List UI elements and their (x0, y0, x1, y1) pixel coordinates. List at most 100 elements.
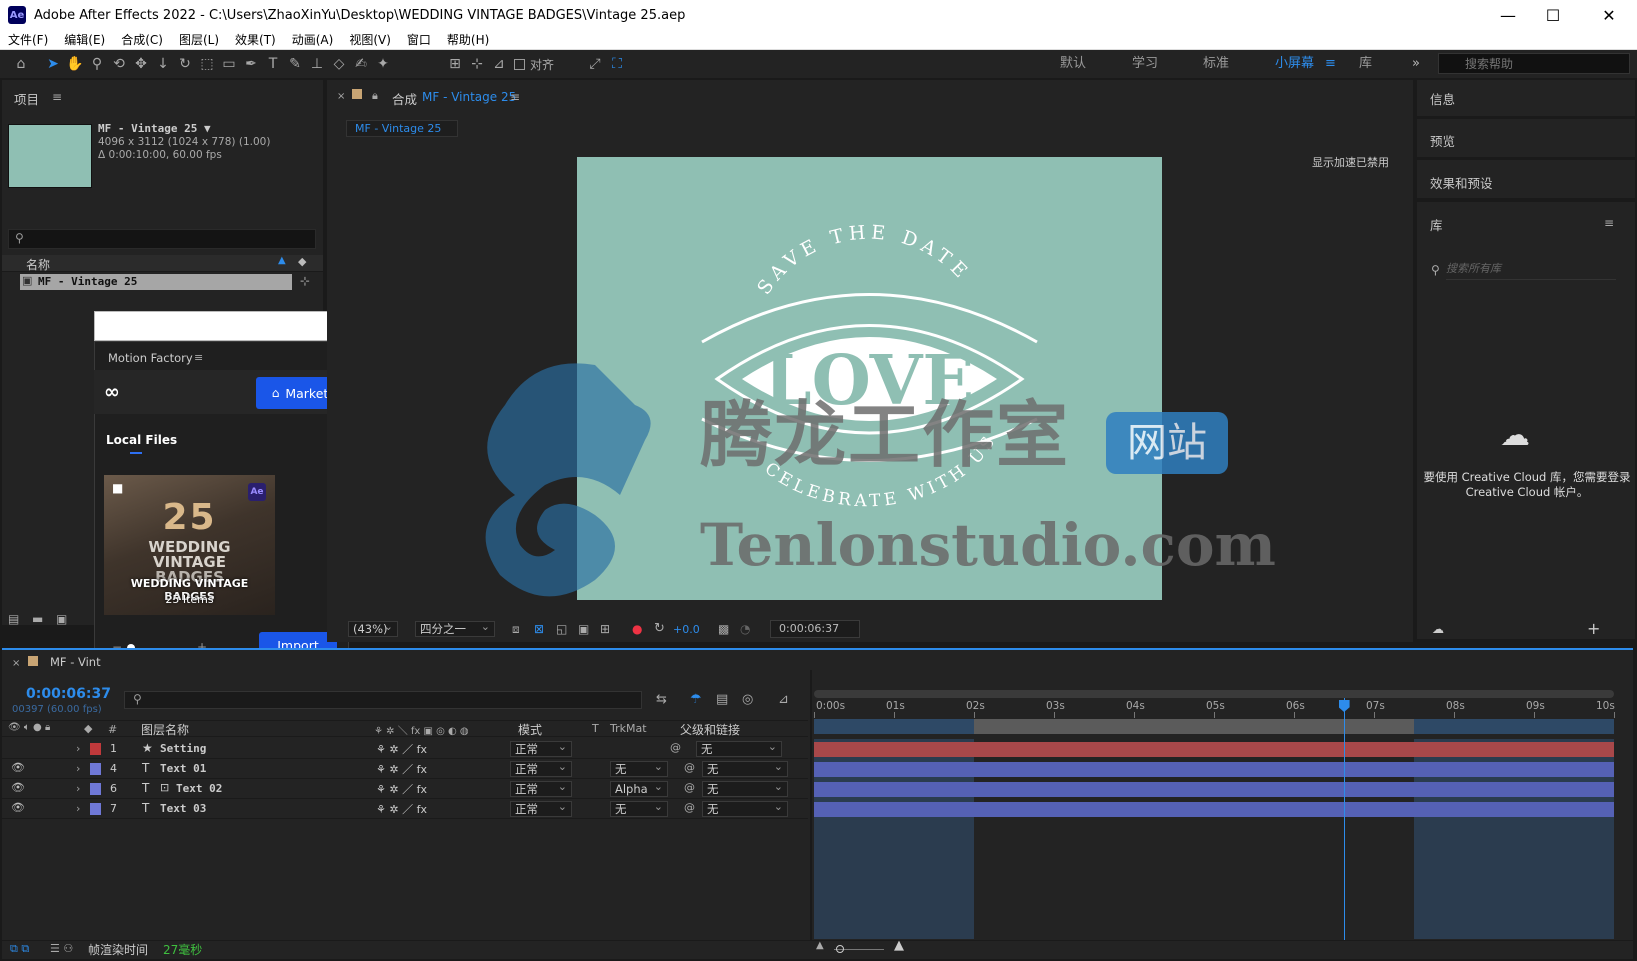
visibility-eye-icon[interactable]: 👁 (11, 781, 25, 794)
type-tool-icon[interactable]: T (262, 53, 284, 75)
layer-parent-dropdown[interactable]: 无 (702, 780, 788, 797)
layer-switches-icons[interactable]: ⚘ ✲ ／ fx (376, 741, 427, 757)
layer-switches-icons[interactable]: ⚘ ✲ ／ fx (376, 781, 427, 797)
layer-parent-dropdown[interactable]: 无 (696, 740, 782, 757)
comp-panel-menu-icon[interactable]: ≡ (510, 90, 520, 104)
dolly-camera-icon[interactable]: ↓ (152, 53, 174, 75)
show-snapshot-icon[interactable]: ◔ (740, 622, 750, 636)
workspace-default[interactable]: 默认 (1060, 50, 1086, 78)
comp-tab-prefix[interactable]: 合成 (392, 89, 417, 108)
reset-exposure-icon[interactable]: ↻ (654, 621, 665, 636)
library-panel-title[interactable]: 库 (1430, 215, 1443, 234)
local-files-tab[interactable]: Local Files (106, 433, 177, 447)
layer-row[interactable]: › 1 ★ Setting ⚘ ✲ ／ fx 正常 @ 无 (2, 739, 808, 759)
shy-layers-icon[interactable]: ☂ (690, 692, 702, 707)
layer-switches-icons[interactable]: ⚘ ✲ ／ fx (376, 801, 427, 817)
motion-blur-icon[interactable]: ◎ (742, 692, 753, 707)
layer-row[interactable]: 👁 › 7 T Text 03 ⚘ ✲ ／ fx 正常 无 @ 无 (2, 799, 808, 819)
menu-help[interactable]: 帮助(H) (439, 31, 497, 48)
snap-icon[interactable]: ⤢ (584, 53, 606, 75)
layer-mode-dropdown[interactable]: 正常 (510, 800, 572, 817)
world-axis-icon[interactable]: ⊹ (466, 53, 488, 75)
pen-tool-icon[interactable]: ✒ (240, 53, 262, 75)
expand-chevron-icon[interactable]: › (76, 762, 80, 775)
menu-effect[interactable]: 效果(T) (227, 31, 284, 48)
zoom-out-icon[interactable]: ▲ (816, 940, 824, 951)
layer-mode-dropdown[interactable]: 正常 (510, 740, 572, 757)
workspace-small-screen[interactable]: 小屏幕 (1275, 50, 1314, 78)
maximize-button[interactable]: ☐ (1530, 0, 1576, 30)
rotate-tool-icon[interactable]: ↻ (174, 53, 196, 75)
selection-tool-icon[interactable]: ➤ (42, 53, 64, 75)
zoom-in-icon[interactable]: ▲ (894, 938, 904, 953)
zoom-tool-icon[interactable]: ⚲ (86, 53, 108, 75)
layer-mode-dropdown[interactable]: 正常 (510, 760, 572, 777)
flowchart-icon[interactable]: ⊹ (300, 274, 310, 288)
menu-composition[interactable]: 合成(C) (113, 31, 171, 48)
region-of-interest-icon[interactable]: ▣ (578, 622, 589, 636)
wedding-badges-card[interactable]: ■ Ae 25 WEDDING VINTAGE BADGES WEDDING V… (104, 475, 275, 615)
motion-factory-titlebar[interactable]: ✕ (94, 311, 349, 341)
comp-mini-flowchart-icon[interactable]: ⇆ (656, 692, 667, 707)
fast-preview-icon[interactable]: ⧈ (512, 622, 520, 637)
menu-file[interactable]: 文件(F) (0, 31, 56, 48)
layer-name[interactable]: Text 02 (176, 782, 222, 795)
menu-edit[interactable]: 编辑(E) (56, 31, 113, 48)
snap-target-icon[interactable]: ⛶ (606, 53, 628, 75)
graph-editor-icon[interactable]: ⊿ (778, 692, 789, 707)
magnification-dropdown[interactable]: (43%) (348, 620, 398, 637)
layer-name[interactable]: Text 03 (160, 802, 206, 815)
expand-chevron-icon[interactable]: › (76, 742, 80, 755)
close-button[interactable]: ✕ (1586, 0, 1632, 30)
close-timeline-tab-icon[interactable]: × (12, 658, 20, 669)
work-area-range[interactable] (974, 719, 1414, 734)
layer-duration-bar[interactable] (814, 762, 1614, 777)
layer-duration-bar[interactable] (814, 802, 1614, 817)
layer-row[interactable]: 👁 › 6 T ⊡ Text 02 ⚘ ✲ ／ fx 正常 Alpha @ 无 (2, 779, 808, 799)
timeline-zoom-thumb[interactable] (836, 945, 844, 953)
home-icon[interactable]: ⌂ (10, 53, 32, 75)
layer-name[interactable]: Setting (160, 742, 206, 755)
pan-camera-icon[interactable]: ✥ (130, 53, 152, 75)
layer-parent-dropdown[interactable]: 无 (702, 760, 788, 777)
comp-tab-name[interactable]: MF - Vintage 25 (422, 90, 516, 104)
orbit-camera-icon[interactable]: ⟲ (108, 53, 130, 75)
layer-switches-toggle-icon[interactable]: ⧉ ⧉ (10, 942, 29, 956)
hand-tool-icon[interactable]: ✋ (64, 53, 86, 75)
project-item-name[interactable]: MF - Vintage 25 ▼ (98, 122, 211, 135)
expand-chevron-icon[interactable]: › (76, 782, 80, 795)
visibility-eye-icon[interactable]: 👁 (11, 801, 25, 814)
transparency-grid-icon[interactable]: ⊠ (534, 622, 544, 636)
layer-name-header[interactable]: 图层名称 (141, 721, 189, 738)
visibility-eye-icon[interactable]: 👁 (11, 761, 25, 774)
layer-row[interactable]: 👁 › 4 T Text 01 ⚘ ✲ ／ fx 正常 无 @ 无 (2, 759, 808, 779)
parent-pickwhip-icon[interactable]: @ (684, 801, 695, 814)
channel-rgb-icon[interactable]: ● (632, 622, 642, 636)
more-workspaces-icon[interactable]: » (1412, 50, 1420, 78)
project-menu-icon[interactable]: ≡ (52, 90, 62, 104)
timeline-tab-name[interactable]: MF - Vint (50, 655, 101, 669)
comp-breadcrumb-chip[interactable]: MF - Vintage 25 (346, 120, 458, 137)
workspace-standard[interactable]: 标准 (1203, 50, 1229, 78)
layer-name[interactable]: Text 01 (160, 762, 206, 775)
workspace-learn[interactable]: 学习 (1132, 50, 1158, 78)
column-name-header[interactable]: 名称 (26, 256, 50, 273)
label-tag-icon[interactable]: ◆ (298, 255, 306, 268)
grid-guides-icon[interactable]: ⊞ (600, 622, 610, 636)
clone-stamp-icon[interactable]: ⊥ (306, 53, 328, 75)
close-comp-tab-icon[interactable]: × (337, 91, 345, 102)
layer-label-color[interactable] (90, 743, 101, 755)
layer-duration-bar[interactable] (814, 742, 1614, 757)
playhead-line[interactable] (1343, 698, 1345, 940)
help-search-input[interactable] (1438, 53, 1630, 74)
project-item-row[interactable]: ▣ MF - Vintage 25 (20, 274, 292, 290)
timeline-search-input[interactable]: ⚲ (124, 691, 642, 709)
frame-blending-icon[interactable]: ▤ (716, 692, 728, 707)
layer-label-color[interactable] (90, 783, 101, 795)
workspace-menu-icon[interactable]: ≡ (1325, 50, 1336, 78)
workspace-library[interactable]: 库 (1359, 50, 1372, 78)
eraser-tool-icon[interactable]: ◇ (328, 53, 350, 75)
layer-label-color[interactable] (90, 763, 101, 775)
add-library-icon[interactable]: + (1587, 619, 1600, 638)
resolution-dropdown[interactable]: 四分之一 (415, 620, 495, 637)
